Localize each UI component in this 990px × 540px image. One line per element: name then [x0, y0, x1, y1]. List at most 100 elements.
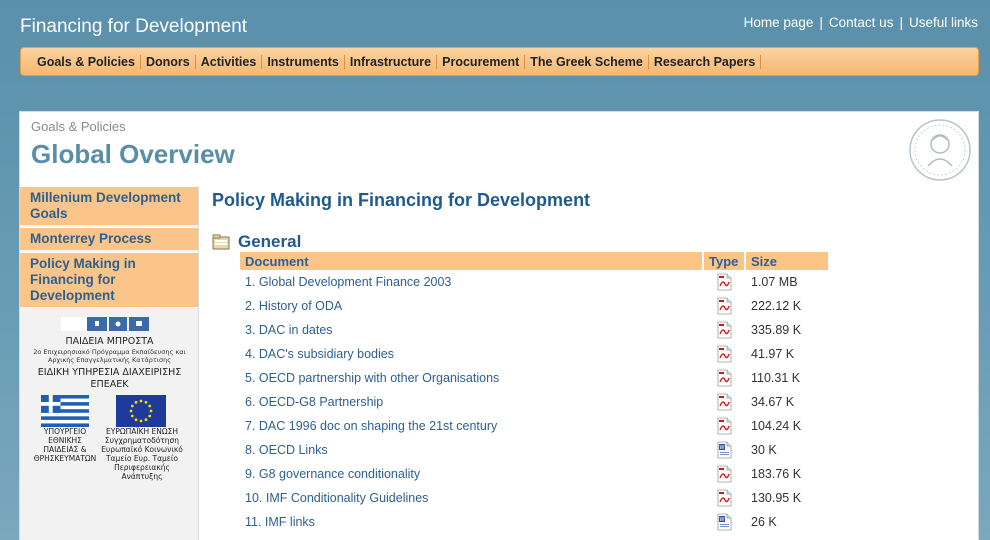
type-cell: [704, 318, 744, 342]
document-cell: 11. IMF links: [240, 510, 702, 534]
document-link[interactable]: 8. OECD Links: [245, 443, 328, 457]
document-cell: 10. IMF Conditionality Guidelines: [240, 486, 702, 510]
contact-us-link[interactable]: Contact us: [829, 15, 894, 30]
content-area: Policy Making in Financing for Developme…: [212, 190, 972, 252]
nav-research-papers[interactable]: Research Papers: [649, 54, 762, 69]
document-link[interactable]: 4. DAC's subsidiary bodies: [245, 347, 394, 361]
size-cell: 104.24 K: [751, 419, 802, 433]
section-title: General: [238, 232, 302, 251]
document-link[interactable]: 9. G8 governance conditionality: [245, 467, 420, 481]
documents-table-body: 1. Global Development Finance 2003 1.07 M…: [240, 270, 828, 534]
content-heading: Policy Making in Financing for Developme…: [212, 190, 591, 210]
table-row: 6. OECD-G8 Partnership 34.67 K: [240, 390, 828, 414]
paideia-logo-icon: [61, 317, 149, 331]
eu-caption: ΕΥΡΩΠΑΪΚΗ ΕΝΩΣΗ Συγχρηματοδότηση Ευρωπαϊ…: [101, 427, 183, 481]
document-link[interactable]: 1. Global Development Finance 2003: [245, 275, 451, 289]
managing-authority-label: ΕΙΔΙΚΗ ΥΠΗΡΕΣΙΑ ΔΙΑΧΕΙΡΙΣΗΣ ΕΠΕΑΕΚ: [37, 367, 182, 390]
pdf-icon[interactable]: [715, 345, 733, 363]
nav-instruments[interactable]: Instruments: [262, 54, 345, 69]
document-cell: 4. DAC's subsidiary bodies: [240, 342, 702, 366]
home-page-link[interactable]: Home page: [744, 15, 814, 30]
sponsor-logos: ΠΑΙΔΕΙΑ ΜΠΡΟΣΤΑ 2ο Επιχειρησιακό Πρόγραμ…: [20, 317, 199, 517]
document-link[interactable]: 3. DAC in dates: [245, 323, 333, 337]
type-cell: [704, 342, 744, 366]
size-cell: 222.12 K: [751, 299, 802, 313]
document-cell: 8. OECD Links: [240, 438, 702, 462]
document-cell: 2. History of ODA: [240, 294, 702, 318]
paideia-title: ΠΑΙΔΕΙΑ ΜΠΡΟΣΤΑ: [65, 336, 154, 347]
svg-text:W: W: [720, 517, 725, 523]
nav-goals-policies[interactable]: Goals & Policies: [31, 54, 141, 69]
sidebar: Millenium Development Goals Monterrey Pr…: [20, 186, 199, 540]
type-cell: W: [704, 438, 744, 462]
size-cell: 130.95 K: [751, 491, 802, 505]
nav-activities[interactable]: Activities: [196, 54, 263, 69]
documents-table: Document Type Size 1. Global Development…: [238, 252, 830, 534]
document-link[interactable]: 10. IMF Conditionality Guidelines: [245, 491, 428, 505]
document-link[interactable]: 7. DAC 1996 doc on shaping the 21st cent…: [245, 419, 497, 433]
size-cell: 30 K: [751, 443, 777, 457]
paideia-subtitle: 2ο Επιχειρησιακό Πρόγραμμα Εκπαίδευσης κ…: [33, 348, 186, 364]
main-panel: Goals & Policies Global Overview Milleni…: [19, 111, 979, 540]
table-row: 7. DAC 1996 doc on shaping the 21st cent…: [240, 414, 828, 438]
word-doc-icon[interactable]: W: [715, 441, 733, 459]
type-cell: [704, 366, 744, 390]
document-link[interactable]: 6. OECD-G8 Partnership: [245, 395, 383, 409]
table-row: 4. DAC's subsidiary bodies 41.97 K: [240, 342, 828, 366]
ministry-caption: ΥΠΟΥΡΓΕΙΟ ΕΘΝΙΚΗΣ ΠΑΙΔΕΙΑΣ & ΘΡΗΣΚΕΥΜΑΤΩ…: [33, 427, 97, 463]
nav-greek-scheme[interactable]: The Greek Scheme: [525, 54, 649, 69]
site-title[interactable]: Financing for Development: [20, 16, 247, 38]
type-cell: W: [704, 510, 744, 534]
size-cell: 41.97 K: [751, 347, 795, 361]
size-cell: 26 K: [751, 515, 777, 529]
document-link[interactable]: 11. IMF links: [245, 515, 315, 529]
link-separator: |: [899, 15, 903, 30]
document-cell: 6. OECD-G8 Partnership: [240, 390, 702, 414]
page-title: Global Overview: [31, 139, 235, 169]
word-doc-icon[interactable]: W: [715, 513, 733, 531]
table-row: 2. History of ODA 222.12 K: [240, 294, 828, 318]
pdf-icon[interactable]: [715, 417, 733, 435]
pdf-icon[interactable]: [715, 273, 733, 291]
nav-procurement[interactable]: Procurement: [437, 54, 526, 69]
main-nav: Goals & Policies Donors Activities Instr…: [20, 47, 979, 76]
sidebar-item-monterrey[interactable]: Monterrey Process: [20, 227, 198, 250]
top-links: Home page | Contact us | Useful links: [744, 15, 978, 30]
nav-infrastructure[interactable]: Infrastructure: [345, 54, 438, 69]
eu-flag-icon: [116, 395, 166, 427]
link-separator: |: [819, 15, 823, 30]
size-cell: 110.31 K: [751, 371, 801, 385]
useful-links-link[interactable]: Useful links: [909, 15, 978, 30]
table-row: 8. OECD Links W 30 K: [240, 438, 828, 462]
table-row: 3. DAC in dates 335.89 K: [240, 318, 828, 342]
table-header-row: Document Type Size: [240, 252, 828, 270]
sidebar-item-millenium-goals[interactable]: Millenium Development Goals: [20, 186, 198, 225]
document-cell: 9. G8 governance conditionality: [240, 462, 702, 486]
pdf-icon[interactable]: [715, 489, 733, 507]
type-cell: [704, 486, 744, 510]
nav-donors[interactable]: Donors: [141, 54, 196, 69]
pdf-icon[interactable]: [715, 369, 733, 387]
pdf-icon[interactable]: [715, 393, 733, 411]
type-cell: [704, 294, 744, 318]
pdf-icon[interactable]: [715, 465, 733, 483]
table-row: 1. Global Development Finance 2003 1.07 M…: [240, 270, 828, 294]
sidebar-item-policy-making[interactable]: Policy Making in Financing for Developme…: [20, 252, 198, 307]
section-header: General: [212, 232, 972, 252]
pdf-icon[interactable]: [715, 321, 733, 339]
svg-text:W: W: [720, 445, 725, 451]
size-cell: 183.76 K: [751, 467, 802, 481]
folder-icon: [212, 234, 230, 250]
document-cell: 5. OECD partnership with other Organisat…: [240, 366, 702, 390]
pdf-icon[interactable]: [715, 297, 733, 315]
document-link[interactable]: 5. OECD partnership with other Organisat…: [245, 371, 499, 385]
table-row: 11. IMF links W 26 K: [240, 510, 828, 534]
type-cell: [704, 390, 744, 414]
document-link[interactable]: 2. History of ODA: [245, 299, 342, 313]
size-cell: 34.67 K: [751, 395, 795, 409]
type-cell: [704, 414, 744, 438]
breadcrumb[interactable]: Goals & Policies: [31, 119, 126, 134]
document-cell: 3. DAC in dates: [240, 318, 702, 342]
university-seal-icon: [909, 119, 971, 181]
column-header-document: Document: [240, 252, 702, 270]
